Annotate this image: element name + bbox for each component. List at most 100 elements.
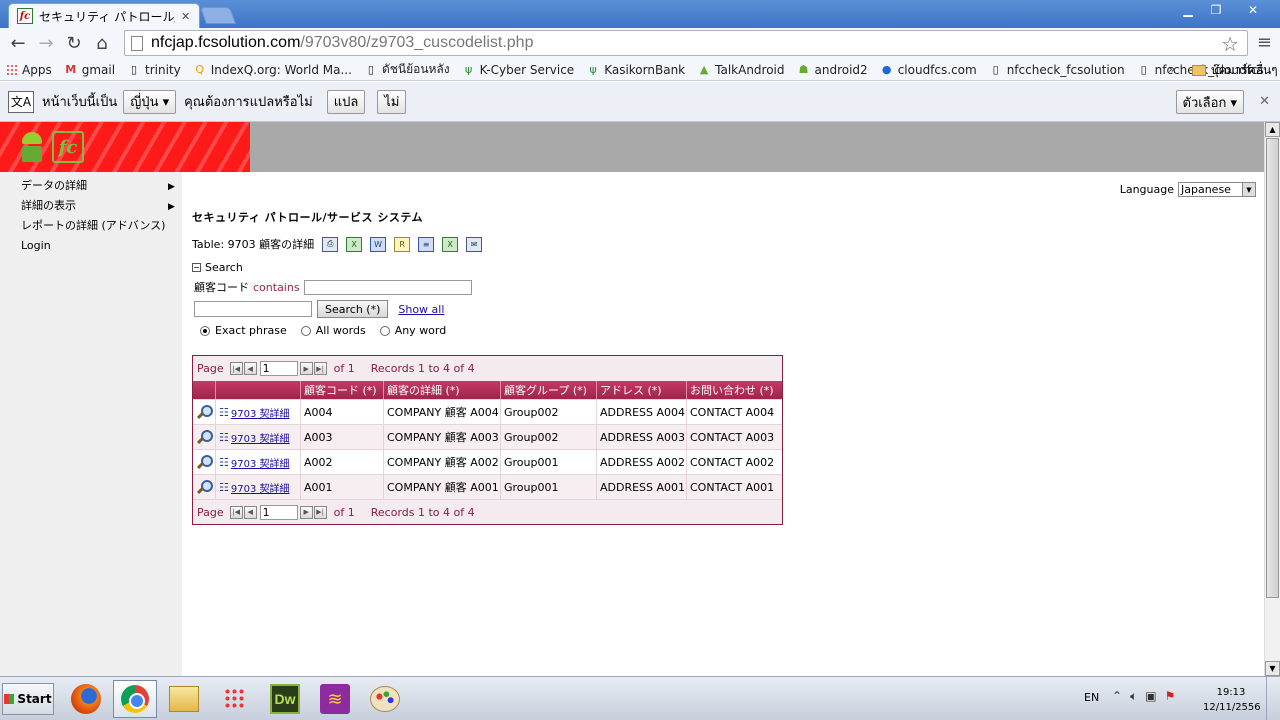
- view-record-button[interactable]: [193, 400, 216, 424]
- first-page-button[interactable]: |◀: [229, 505, 243, 519]
- address-bar[interactable]: nfcjap.fcsolution.com/9703v80/z9703_cusc…: [124, 30, 1248, 56]
- forward-button[interactable]: →: [32, 30, 60, 58]
- show-desktop-button[interactable]: [1266, 677, 1280, 720]
- input-language-indicator[interactable]: EN: [1084, 691, 1099, 704]
- translate-close-icon[interactable]: ✕: [1259, 94, 1270, 109]
- no-translate-button[interactable]: ไม่: [377, 89, 407, 114]
- next-page-button[interactable]: ▶: [299, 362, 313, 375]
- action-center-icon[interactable]: ⚑: [1165, 689, 1176, 704]
- new-tab-button[interactable]: [199, 7, 237, 24]
- sidebar-item-report-advanced[interactable]: レポートの詳細 (アドバンス): [0, 218, 182, 238]
- bookmark-kasikorn[interactable]: ψ KasikornBank: [580, 63, 691, 77]
- tab-active[interactable]: fc セキュリティ パトロール/サ ✕: [8, 3, 200, 28]
- word-icon[interactable]: W: [370, 236, 387, 252]
- bookmark-indexq[interactable]: Q IndexQ.org: World Ma...: [187, 63, 358, 77]
- bookmark-gmail[interactable]: Mgmail: [58, 63, 121, 77]
- prev-page-button[interactable]: ◀: [243, 362, 257, 375]
- vertical-scrollbar[interactable]: ▲ ▼: [1264, 122, 1280, 676]
- detail-link[interactable]: 9703 契詳細: [231, 405, 290, 420]
- sidebar-item-data-details[interactable]: データの詳細 ▶: [0, 178, 182, 198]
- radio-all-words[interactable]: All words: [300, 324, 366, 337]
- start-button[interactable]: Start: [2, 683, 54, 715]
- detail-link[interactable]: 9703 契詳細: [231, 480, 290, 495]
- last-page-button[interactable]: ▶|: [313, 505, 327, 519]
- last-page-button[interactable]: ▶|: [313, 362, 327, 375]
- bookmark-cloudfcs[interactable]: ● cloudfcs.com: [874, 63, 983, 77]
- home-button[interactable]: ⌂: [88, 30, 116, 58]
- taskbar-firefox[interactable]: [64, 680, 108, 718]
- menu-icon[interactable]: ≡: [1257, 32, 1272, 53]
- taskbar-dreamweaver[interactable]: Dw: [263, 680, 307, 718]
- bookmark-talkandroid[interactable]: ▲ TalkAndroid: [691, 63, 790, 77]
- taskbar-book-app[interactable]: ≋: [313, 680, 357, 718]
- bookmark-kcyber[interactable]: ψ K-Cyber Service: [456, 63, 581, 77]
- bookmarks-overflow-button[interactable]: »: [1168, 62, 1175, 76]
- submenu-arrow-icon: ▶: [168, 202, 175, 212]
- radio-unchecked-icon: [379, 325, 390, 336]
- view-record-button[interactable]: [193, 425, 216, 449]
- language-select[interactable]: Japanese ▼: [1178, 182, 1256, 197]
- maximize-button[interactable]: ❐: [1202, 1, 1230, 19]
- radio-any-word[interactable]: Any word: [379, 324, 446, 337]
- volume-icon[interactable]: 🔈︎: [1130, 689, 1137, 704]
- keyword-search-input[interactable]: [194, 301, 312, 317]
- sidebar-item-login[interactable]: Login: [0, 238, 182, 258]
- radio-exact-phrase[interactable]: Exact phrase: [200, 324, 287, 337]
- scroll-down-icon[interactable]: ▼: [1265, 661, 1280, 676]
- page-number-input[interactable]: 1: [259, 504, 298, 520]
- scroll-up-icon[interactable]: ▲: [1265, 122, 1280, 137]
- translate-button[interactable]: แปล: [326, 89, 366, 114]
- show-all-link[interactable]: Show all: [398, 303, 444, 316]
- network-icon[interactable]: ▣: [1145, 689, 1156, 704]
- bookmark-nfccheck-fcsolution[interactable]: ▯ nfccheck_fcsolution: [983, 63, 1131, 77]
- header-customer-detail[interactable]: 顧客の詳細 (*): [384, 381, 501, 399]
- sidebar-item-view-details[interactable]: 詳細の表示 ▶: [0, 198, 182, 218]
- scrollbar-thumb[interactable]: [1266, 138, 1279, 598]
- search-operator[interactable]: contains: [253, 281, 300, 294]
- bookmark-apps[interactable]: Apps: [0, 63, 58, 77]
- detail-link[interactable]: 9703 契詳細: [231, 455, 290, 470]
- header-contact[interactable]: お問い合わせ (*): [687, 381, 782, 399]
- header-customer-code[interactable]: 顧客コード (*): [301, 381, 384, 399]
- bookmark-trinity[interactable]: ▯ trinity: [121, 63, 187, 77]
- bookmark-android2[interactable]: ☗ android2: [791, 63, 874, 77]
- xml-icon[interactable]: ≡: [418, 236, 435, 252]
- view-record-button[interactable]: [193, 475, 216, 499]
- next-page-button[interactable]: ▶: [299, 505, 313, 519]
- header-address[interactable]: アドレス (*): [597, 381, 687, 399]
- cell-contact: CONTACT A004: [690, 405, 775, 419]
- header-customer-group[interactable]: 顧客グループ (*): [501, 381, 597, 399]
- print-icon[interactable]: ⎙: [322, 236, 339, 252]
- email-icon[interactable]: ✉: [466, 236, 483, 252]
- tab-close-icon[interactable]: ✕: [181, 10, 190, 23]
- close-window-button[interactable]: ✕: [1230, 1, 1276, 19]
- taskbar-explorer[interactable]: [162, 680, 206, 718]
- taskbar-apps[interactable]: [213, 680, 257, 718]
- language-label: Language: [1119, 183, 1174, 196]
- rtf-icon[interactable]: R: [394, 236, 411, 252]
- search-panel-toggle[interactable]: − Search: [192, 261, 243, 274]
- bookmark-index-history[interactable]: ▯ ดัชนีย้อนหลัง: [358, 60, 456, 79]
- taskbar-chrome[interactable]: [113, 680, 157, 718]
- system-clock[interactable]: 19:13 12/11/2556: [1203, 685, 1261, 715]
- search-button[interactable]: Search (*): [317, 300, 389, 318]
- detail-link[interactable]: 9703 契詳細: [231, 430, 290, 445]
- other-bookmarks-button[interactable]: บุ๊คมาร์คอื่นๆ: [1192, 61, 1278, 80]
- prev-page-button[interactable]: ◀: [243, 505, 257, 519]
- bookmark-label: TalkAndroid: [715, 62, 785, 77]
- show-hidden-icons-icon[interactable]: ⌃: [1112, 689, 1122, 704]
- customer-code-search-input[interactable]: [303, 279, 472, 295]
- reload-button[interactable]: ↻: [60, 30, 88, 58]
- minimize-button[interactable]: ▁: [1174, 1, 1202, 19]
- source-language-select[interactable]: ญี่ปุ่น ▾: [123, 89, 177, 114]
- excel-icon[interactable]: X: [346, 236, 363, 252]
- taskbar-paint[interactable]: [363, 680, 407, 718]
- first-page-button[interactable]: |◀: [229, 362, 243, 375]
- page-number-input[interactable]: 1: [259, 361, 298, 376]
- bookmark-star-icon[interactable]: ☆: [1221, 32, 1239, 56]
- csv-icon[interactable]: X: [442, 236, 459, 252]
- bookmark-label: trinity: [145, 62, 181, 77]
- back-button[interactable]: ←: [4, 30, 32, 58]
- translate-options-button[interactable]: ตัวเลือก ▾: [1175, 90, 1244, 114]
- view-record-button[interactable]: [193, 450, 216, 474]
